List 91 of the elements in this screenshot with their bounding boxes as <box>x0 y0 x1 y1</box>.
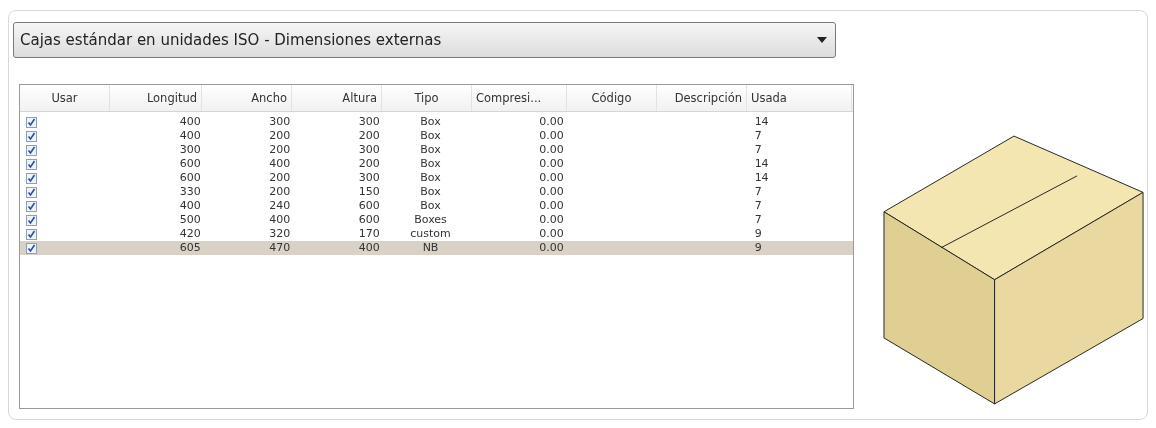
column-header[interactable]: Usar <box>20 85 110 111</box>
table-row[interactable]: 300 200 300 Box 0.00 7 <box>20 143 853 157</box>
table-cell: 240 <box>269 199 291 212</box>
table-cell: 605 <box>179 241 201 254</box>
table-cell: Boxes <box>414 213 447 226</box>
column-header[interactable]: Ancho <box>202 85 292 111</box>
checkbox[interactable] <box>26 228 37 240</box>
table-cell: Box <box>420 157 441 170</box>
checkbox[interactable] <box>26 116 37 128</box>
table-cell: 420 <box>179 227 201 240</box>
table-row[interactable]: 420 320 170 custom 0.00 9 <box>20 227 853 241</box>
checkbox[interactable] <box>26 130 37 142</box>
column-header[interactable]: Longitud <box>110 85 202 111</box>
table-cell: 9 <box>754 227 762 240</box>
table-cell: 300 <box>358 115 380 128</box>
table-row[interactable]: 400 200 200 Box 0.00 7 <box>20 129 853 143</box>
table-cell: 600 <box>358 199 380 212</box>
table-cell: 0.00 <box>539 185 564 198</box>
checkbox[interactable] <box>26 200 37 212</box>
table-row[interactable]: 605 470 400 NB 0.00 9 <box>20 241 853 255</box>
table-cell: 300 <box>358 171 380 184</box>
table-cell: 400 <box>358 241 380 254</box>
table-cell: 0.00 <box>539 227 564 240</box>
table-cell: 14 <box>754 115 769 128</box>
table-cell: 600 <box>179 171 201 184</box>
column-header[interactable]: Usada <box>747 85 852 111</box>
table-cell: 0.00 <box>539 115 564 128</box>
column-header[interactable]: Compresi... <box>472 85 567 111</box>
table-cell: 600 <box>358 213 380 226</box>
table-cell: 200 <box>269 171 291 184</box>
column-header[interactable]: Altura <box>292 85 382 111</box>
table-cell: Box <box>420 171 441 184</box>
caret-icon <box>817 37 827 43</box>
table-cell: 300 <box>269 115 291 128</box>
table-row[interactable]: 600 400 200 Box 0.00 14 <box>20 157 853 171</box>
checkbox[interactable] <box>26 242 37 254</box>
table-cell: 150 <box>358 185 380 198</box>
table-cell: 470 <box>269 241 291 254</box>
table-cell: 200 <box>358 129 380 142</box>
table-cell: 600 <box>179 157 201 170</box>
table-row[interactable]: 400 300 300 Box 0.00 14 <box>20 115 853 129</box>
table-cell: 170 <box>358 227 380 240</box>
column-header[interactable]: Descripción <box>657 85 747 111</box>
table-cell: 400 <box>179 129 201 142</box>
table-cell: 200 <box>269 143 291 156</box>
table-cell: 320 <box>269 227 291 240</box>
table-cell: Box <box>420 115 441 128</box>
table-cell: Box <box>420 143 441 156</box>
table-cell: 0.00 <box>539 213 564 226</box>
table-cell: 500 <box>179 213 201 226</box>
table-cell: 9 <box>754 241 762 254</box>
table-cell: 0.00 <box>539 143 564 156</box>
checkbox[interactable] <box>26 214 37 226</box>
table-cell: 300 <box>358 143 380 156</box>
dropdown[interactable]: Cajas estándar en unidades ISO - Dimensiones externas <box>13 22 836 58</box>
table-cell: 0.00 <box>539 171 564 184</box>
table-cell: 200 <box>269 129 291 142</box>
table-cell: 14 <box>754 171 769 184</box>
table-row[interactable]: 600 200 300 Box 0.00 14 <box>20 171 853 185</box>
table-cell: 0.00 <box>539 199 564 212</box>
table-cell: Box <box>420 199 441 212</box>
checkbox[interactable] <box>26 158 37 170</box>
table-cell: 400 <box>269 157 291 170</box>
table-row[interactable]: 330 200 150 Box 0.00 7 <box>20 185 853 199</box>
checkbox[interactable] <box>26 186 37 198</box>
table-cell: 0.00 <box>539 241 564 254</box>
table-cell: 200 <box>269 185 291 198</box>
checkbox[interactable] <box>26 172 37 184</box>
table-cell: NB <box>422 241 439 254</box>
table-cell: 330 <box>179 185 201 198</box>
table-cell: 200 <box>358 157 380 170</box>
table-cell: 7 <box>754 199 762 212</box>
checkbox[interactable] <box>26 144 37 156</box>
table-cell: 400 <box>179 199 201 212</box>
table-cell: Box <box>420 129 441 142</box>
table-cell: 400 <box>269 213 291 226</box>
table-cell: 7 <box>754 185 762 198</box>
table-cell: 7 <box>754 129 762 142</box>
column-header[interactable]: Tipo <box>382 85 472 111</box>
table-cell: 400 <box>179 115 201 128</box>
table-cell: 14 <box>754 157 769 170</box>
table-row[interactable]: 500 400 600 Boxes 0.00 7 <box>20 213 853 227</box>
table-cell: 0.00 <box>539 129 564 142</box>
table-cell: 7 <box>754 143 762 156</box>
table-cell: 7 <box>754 213 762 226</box>
table-cell: 0.00 <box>539 157 564 170</box>
column-header[interactable]: Código <box>567 85 657 111</box>
table-cell: custom <box>410 227 451 240</box>
table-cell: 300 <box>179 143 201 156</box>
table-row[interactable]: 400 240 600 Box 0.00 7 <box>20 199 853 213</box>
table-cell: Box <box>420 185 441 198</box>
